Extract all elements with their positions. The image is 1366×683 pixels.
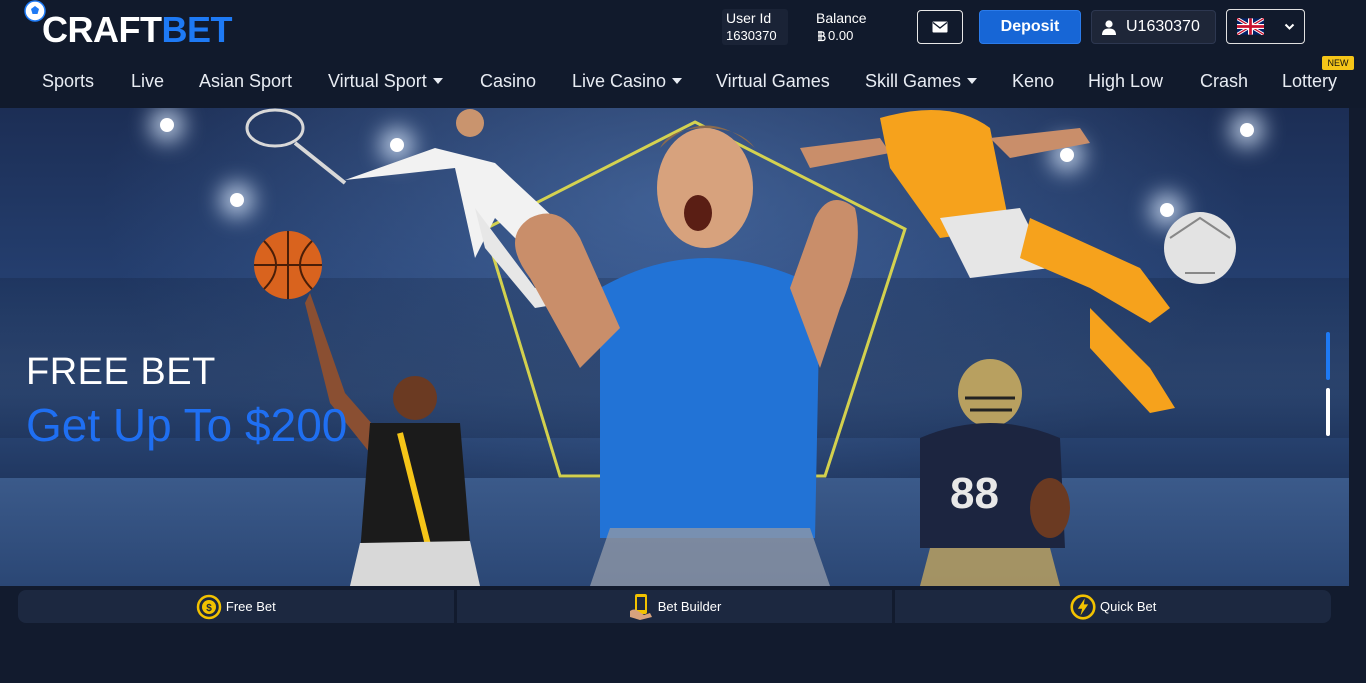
nav-item-skill-games[interactable]: Skill Games [865,66,978,96]
balance-box: Balance 0.00 [812,9,882,45]
quick-link-bet-builder[interactable]: Bet Builder [456,590,893,623]
banner-subline: Get Up To $200 [26,399,348,451]
user-id-box: User Id 1630370 [722,9,788,45]
nav-item-high-low[interactable]: High Low [1088,66,1163,96]
messages-button[interactable] [917,10,963,44]
phone-hand-icon [628,593,654,620]
nav-item-live[interactable]: Live [131,66,164,96]
nav-item-crash[interactable]: Crash [1200,66,1248,96]
nav-item-casino[interactable]: Casino [480,66,536,96]
banner-headline: FREE BET [26,351,216,393]
nav-item-virtual-games[interactable]: Virtual Games [716,66,830,96]
site-header: CRAFTBET User Id 1630370 Balance 0.00 De… [0,0,1366,108]
caret-down-icon [432,78,443,84]
chevron-down-icon [1284,23,1295,30]
quick-link-label: Quick Bet [1100,599,1157,614]
promo-banner[interactable]: 88 FREE BET Get Up To $200 [0,108,1349,586]
account-name: U1630370 [1126,18,1200,35]
user-id-label: User Id [726,10,772,26]
uk-flag-icon [1237,18,1264,35]
stadium-light [1240,123,1254,137]
logo-text-bet: BET [161,9,232,50]
deposit-button[interactable]: Deposit [979,10,1081,44]
caret-down-icon [967,78,978,84]
svg-text:$: $ [206,603,212,614]
account-button[interactable]: U1630370 [1091,10,1216,44]
user-id-value: 1630370 [726,28,777,43]
stadium-light [160,118,174,132]
balance-value: 0.00 [828,28,854,43]
quick-link-label: Bet Builder [657,599,722,614]
coin-cycle-icon: $ [196,594,222,620]
new-badge: NEW [1322,56,1354,70]
main-nav: Sports Live Asian Sport Virtual Sport Ca… [0,66,1366,96]
nav-item-keno[interactable]: Keno [1012,66,1054,96]
envelope-icon [932,21,948,33]
user-icon [1102,19,1116,35]
quick-links-bar: $ Free Bet Bet Builder Quick Bet [18,590,1332,623]
balance-label: Balance [816,10,867,26]
svg-text:88: 88 [950,469,999,518]
language-selector[interactable] [1226,9,1305,44]
slider-indicator-active[interactable] [1326,332,1330,380]
quick-link-quick-bet[interactable]: Quick Bet [895,590,1332,623]
quick-link-free-bet[interactable]: $ Free Bet [18,590,454,623]
slider-indicator[interactable] [1326,388,1330,436]
nav-item-virtual-sport[interactable]: Virtual Sport [328,66,443,96]
craftbet-logo[interactable]: CRAFTBET [24,0,234,50]
nav-item-lottery[interactable]: Lottery [1282,66,1337,96]
nav-item-live-casino[interactable]: Live Casino [572,66,683,96]
lightning-icon [1070,593,1096,620]
football-player-image: 88 [920,359,1070,586]
nav-item-asian-sport[interactable]: Asian Sport [199,66,292,96]
bitcoin-icon [818,30,826,41]
quick-link-label: Free Bet [225,599,276,614]
logo-text-craft: CRAFT [42,9,162,50]
nav-item-sports[interactable]: Sports [42,66,94,96]
caret-down-icon [672,78,683,84]
